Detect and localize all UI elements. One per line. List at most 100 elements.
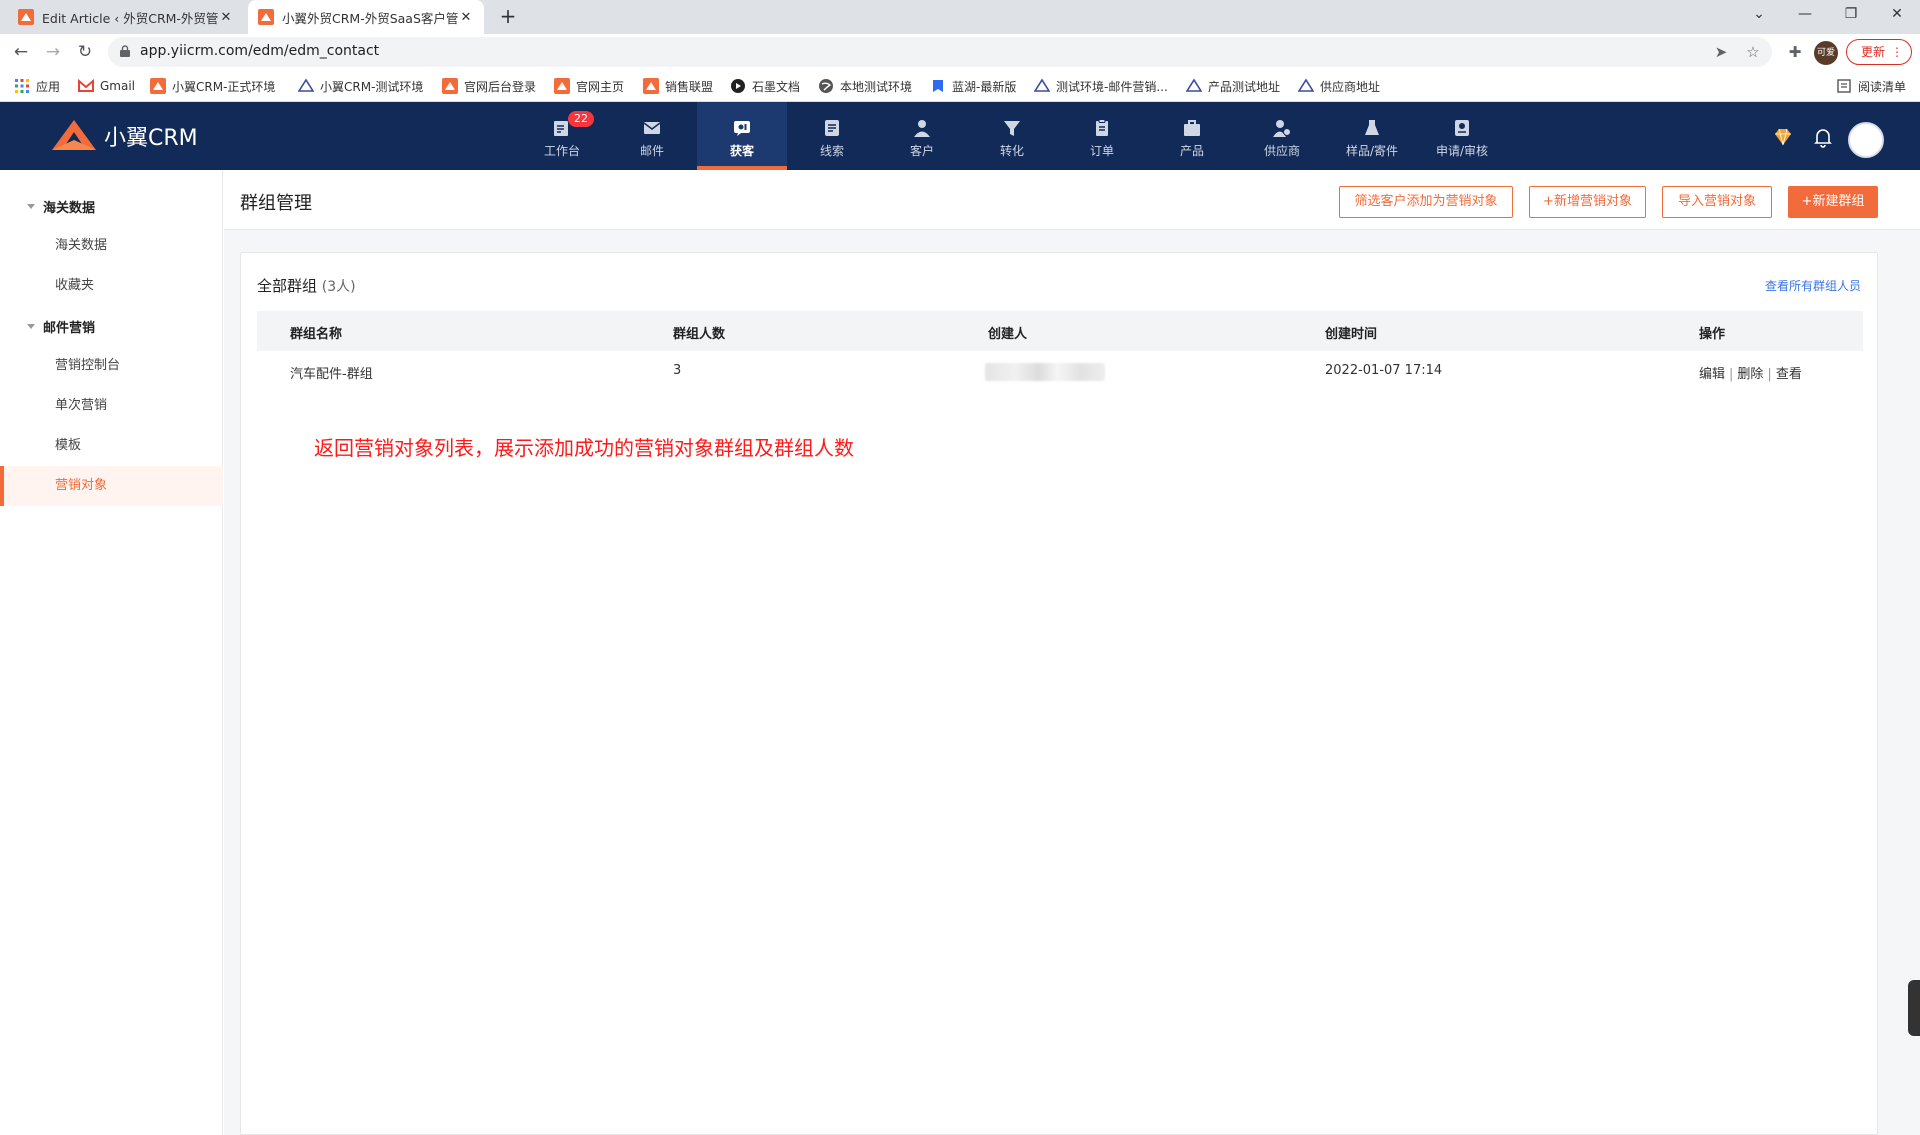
import-target-button[interactable]: 导入营销对象 — [1662, 186, 1772, 218]
sidebar-item-templates[interactable]: 模板 — [0, 426, 223, 466]
user-avatar[interactable] — [1848, 122, 1884, 158]
nav-conversion[interactable]: 转化 — [967, 102, 1057, 170]
add-target-button[interactable]: +新增营销对象 — [1529, 186, 1646, 218]
bookmark-edm-test[interactable]: 测试环境-邮件营销... — [1034, 77, 1168, 95]
bookmark-shimo[interactable]: 石墨文档 — [730, 77, 800, 95]
brand-logo-icon — [52, 120, 96, 150]
browser-tab-edit-article[interactable]: Edit Article ‹ 外贸CRM-外贸管理 ✕ — [8, 0, 244, 34]
bookmark-star-icon[interactable]: ☆ — [1742, 41, 1764, 63]
caret-down-icon — [27, 203, 35, 209]
nav-label: 供应商 — [1263, 144, 1300, 158]
update-button[interactable]: 更新 ⋮ — [1846, 39, 1912, 65]
bookmark-gmail[interactable]: Gmail — [78, 77, 135, 95]
bookmark-crm-test[interactable]: 小翼CRM-测试环境 — [298, 77, 423, 95]
tab-close-icon[interactable]: ✕ — [218, 10, 234, 25]
lead-icon — [825, 120, 839, 136]
reload-icon[interactable]: ↻ — [72, 39, 98, 65]
filter-add-target-button[interactable]: 筛选客户添加为营销对象 — [1339, 186, 1513, 218]
bookmark-homepage[interactable]: 官网主页 — [554, 77, 624, 95]
vip-diamond-icon[interactable] — [1772, 126, 1794, 148]
supplier-icon — [1273, 120, 1291, 137]
sidebar-item-customs-data[interactable]: 海关数据 — [0, 226, 223, 266]
bookmark-label: 产品测试地址 — [1208, 79, 1281, 94]
nav-label: 获客 — [729, 144, 754, 158]
nav-workbench[interactable]: 22 工作台 — [517, 102, 607, 170]
table-header: 群组名称 群组人数 创建人 创建时间 操作 — [257, 311, 1863, 351]
bookmark-label: 小翼CRM-正式环境 — [172, 79, 276, 94]
nav-mail[interactable]: 邮件 — [607, 102, 697, 170]
nav-samples[interactable]: 样品/寄件 — [1327, 102, 1417, 170]
nav-customers[interactable]: 客户 — [877, 102, 967, 170]
send-icon[interactable]: ➤ — [1710, 41, 1732, 63]
nav-suppliers[interactable]: 供应商 — [1237, 102, 1327, 170]
tab-close-icon[interactable]: ✕ — [458, 10, 474, 25]
sidebar-item-single-campaign[interactable]: 单次营销 — [0, 386, 223, 426]
column-header-member-count: 群组人数 — [673, 327, 726, 342]
minimize-icon[interactable]: — — [1782, 0, 1828, 30]
sidebar-item-marketing-console[interactable]: 营销控制台 — [0, 346, 223, 386]
row-actions: 编辑 | 删除 | 查看 — [1699, 363, 1802, 382]
new-tab-button[interactable]: + — [496, 5, 520, 29]
nav-acquire[interactable]: 获客 — [697, 102, 787, 170]
close-window-icon[interactable]: ✕ — [1874, 0, 1920, 30]
restore-icon[interactable]: ❐ — [1828, 0, 1874, 30]
bell-icon[interactable] — [1812, 126, 1834, 148]
profile-avatar[interactable]: 可爱 — [1814, 41, 1838, 65]
bookmark-label: 蓝湖-最新版 — [952, 79, 1017, 94]
reading-list[interactable]: 阅读清单 — [1836, 77, 1906, 95]
approval-icon — [1455, 120, 1469, 136]
browser-tab-crm[interactable]: 小翼外贸CRM-外贸SaaS客户管理 ✕ — [248, 0, 484, 34]
bookmark-label: 供应商地址 — [1320, 79, 1381, 94]
sidebar-group-email-marketing[interactable]: 邮件营销 — [0, 306, 223, 346]
nav-approval[interactable]: 申请/审核 — [1417, 102, 1507, 170]
browser-toolbar: ← → ↻ app.yiicrm.com/edm/edm_contact ➤ ☆… — [0, 34, 1920, 70]
table-row: 汽车配件-群组 3 2022-01-07 17:14 编辑 | 删除 | 查看 — [257, 351, 1863, 393]
sidebar-group-label: 邮件营销 — [43, 320, 96, 336]
view-link[interactable]: 查看 — [1776, 367, 1802, 382]
new-group-button[interactable]: +新建群组 — [1788, 186, 1878, 218]
bookmark-admin-login[interactable]: 官网后台登录 — [442, 77, 536, 95]
nav-label: 转化 — [999, 144, 1024, 158]
extensions-puzzle-icon[interactable]: ✚ — [1784, 41, 1806, 63]
delete-link[interactable]: 删除 — [1737, 367, 1763, 382]
bookmark-product-test[interactable]: 产品测试地址 — [1186, 77, 1280, 95]
address-bar[interactable]: app.yiicrm.com/edm/edm_contact ➤ ☆ — [108, 37, 1772, 67]
edit-link[interactable]: 编辑 — [1699, 367, 1725, 382]
bookmark-lanhu[interactable]: 蓝湖-最新版 — [930, 77, 1016, 95]
view-all-members-link[interactable]: 查看所有群组人员 — [1765, 277, 1861, 294]
triangle-favicon-icon — [1186, 78, 1202, 92]
bookmark-label: 测试环境-邮件营销... — [1056, 79, 1168, 94]
brand-name: 小翼CRM — [104, 126, 198, 151]
side-scroll-handle[interactable] — [1908, 980, 1920, 1036]
bookmarks-bar: 应用 Gmail 小翼CRM-正式环境 小翼CRM-测试环境 官网后台登录 官网… — [0, 70, 1920, 102]
bookmark-apps[interactable]: 应用 — [14, 77, 60, 95]
nav-products[interactable]: 产品 — [1147, 102, 1237, 170]
page-title: 群组管理 — [240, 193, 312, 214]
forward-arrow-icon[interactable]: → — [40, 39, 66, 65]
bookmark-sales-alliance[interactable]: 销售联盟 — [643, 77, 713, 95]
bookmark-supplier[interactable]: 供应商地址 — [1298, 77, 1380, 95]
nav-orders[interactable]: 订单 — [1057, 102, 1147, 170]
site-favicon-icon — [258, 9, 274, 25]
bookmark-label: Gmail — [100, 79, 136, 93]
tab-search-chevron-icon[interactable]: ⌄ — [1736, 0, 1782, 30]
back-arrow-icon[interactable]: ← — [8, 39, 34, 65]
sidebar-group-customs[interactable]: 海关数据 — [0, 186, 223, 226]
crm-favicon-icon — [150, 78, 166, 94]
nav-label: 邮件 — [639, 144, 664, 158]
bookmark-crm-prod[interactable]: 小翼CRM-正式环境 — [150, 77, 275, 95]
nav-leads[interactable]: 线索 — [787, 102, 877, 170]
group-list-card: 全部群组 (3人) 查看所有群组人员 群组名称 群组人数 创建人 创建时间 操作… — [240, 252, 1878, 1135]
sidebar-item-marketing-targets[interactable]: 营销对象 — [0, 466, 223, 506]
triangle-favicon-icon — [1298, 78, 1314, 92]
triangle-favicon-icon — [298, 78, 314, 92]
brand-logo[interactable]: 小翼CRM — [50, 118, 198, 154]
bookmark-label: 销售联盟 — [665, 79, 714, 94]
nav-label: 申请/审核 — [1435, 144, 1489, 158]
tab-title: 小翼外贸CRM-外贸SaaS客户管理 — [282, 10, 458, 26]
sidebar-item-favorites[interactable]: 收藏夹 — [0, 266, 223, 306]
bookmark-local-test[interactable]: 本地测试环境 — [818, 77, 912, 95]
group-name-cell: 汽车配件-群组 — [290, 367, 373, 382]
more-menu-icon[interactable]: ⋮ — [1891, 40, 1903, 64]
customer-icon — [914, 120, 930, 137]
